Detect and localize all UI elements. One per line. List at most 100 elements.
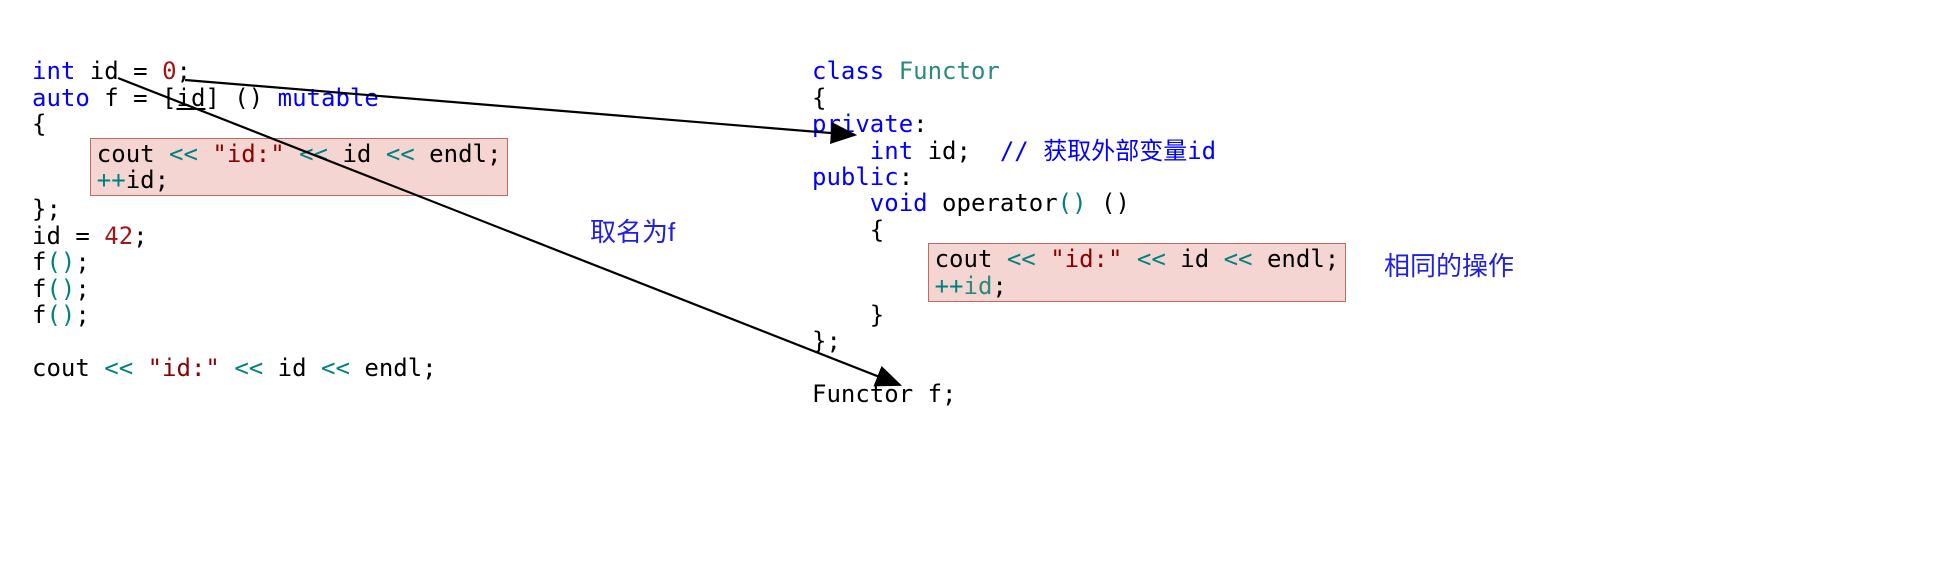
text: ] () [205, 84, 277, 112]
keyword-int: int [870, 137, 913, 165]
f: f [32, 248, 46, 276]
paren: () [1058, 189, 1087, 217]
paren: ( [46, 248, 60, 276]
sp [1036, 245, 1050, 273]
code-line: void operator() () [812, 189, 1130, 217]
colon: : [913, 110, 927, 138]
op: << [234, 354, 263, 382]
comment: // 获取外部变量id [1000, 137, 1216, 165]
annotation-named-f: 取名为f [590, 218, 675, 247]
keyword-mutable: mutable [278, 84, 379, 112]
semicolon: ; [133, 222, 147, 250]
sp [1087, 189, 1101, 217]
op: ++ [935, 272, 964, 300]
code-line: public: [812, 163, 913, 191]
text: endl [415, 140, 487, 168]
number: 42 [104, 222, 133, 250]
keyword-public: public [812, 163, 899, 191]
paren: ( [46, 275, 60, 303]
keyword-private: private [812, 110, 913, 138]
op: << [386, 140, 415, 168]
text: endl [1253, 245, 1325, 273]
semicolon: ; [422, 354, 436, 382]
text: endl [350, 354, 422, 382]
text: id [263, 354, 321, 382]
code-line: } [812, 301, 884, 329]
code-line: f(); [32, 275, 90, 303]
semicolon: ; [155, 166, 169, 194]
indent [812, 137, 870, 165]
code-line: id = 42; [32, 222, 148, 250]
op: ++ [97, 166, 126, 194]
right-code-block: class Functor { private: int id; // 获取外部… [812, 32, 1346, 407]
close-brace: }; [32, 195, 61, 223]
indent [812, 301, 870, 329]
string: "id:" [148, 354, 220, 382]
string: "id:" [212, 140, 284, 168]
text: id = [75, 57, 162, 85]
left-code-block: int id = 0; auto f = [id] () mutable { c… [32, 32, 508, 381]
paren: () [1101, 189, 1130, 217]
indent [812, 189, 870, 217]
keyword-int: int [32, 57, 75, 85]
keyword-auto: auto [32, 84, 90, 112]
code-line: auto f = [id] () mutable [32, 84, 379, 112]
sp [133, 354, 147, 382]
cout: cout [935, 245, 1007, 273]
op: << [1224, 245, 1253, 273]
sp [884, 57, 898, 85]
sp [220, 354, 234, 382]
keyword-class: class [812, 57, 884, 85]
brace-open: { [870, 216, 884, 244]
lambda-body-highlight: cout << "id:" << id << endl; ++id; [90, 138, 509, 197]
code-line: int id; // 获取外部变量id [812, 137, 1216, 165]
paren: ) [61, 275, 75, 303]
id: id [964, 272, 993, 300]
sp [1122, 245, 1136, 273]
close: }; [812, 327, 841, 355]
code-line: f(); [32, 301, 90, 329]
semicolon: ; [177, 57, 191, 85]
semicolon: ; [1325, 245, 1339, 273]
cout: cout [32, 354, 104, 382]
code-line: { [812, 216, 884, 244]
op: << [1137, 245, 1166, 273]
number: 0 [162, 57, 176, 85]
semicolon: ; [75, 301, 89, 329]
text: operator [928, 189, 1058, 217]
cout: cout [97, 140, 169, 168]
code-line: class Functor [812, 57, 1000, 85]
code-line: private: [812, 110, 928, 138]
semicolon: ; [992, 272, 1006, 300]
code-line: int id = 0; [32, 57, 191, 85]
functor-decl: Functor f; [812, 380, 957, 408]
code-line: cout << "id:" << id << endl; [32, 354, 437, 382]
indent [812, 216, 870, 244]
op: << [169, 140, 198, 168]
semicolon: ; [487, 140, 501, 168]
text: f = [ [90, 84, 177, 112]
semicolon: ; [75, 275, 89, 303]
text: id [1166, 245, 1224, 273]
text: id [328, 140, 386, 168]
op: << [1007, 245, 1036, 273]
f: f [32, 275, 46, 303]
semicolon: ; [75, 248, 89, 276]
f: f [32, 301, 46, 329]
brace-close: } [870, 301, 884, 329]
text: id = [32, 222, 104, 250]
sp [285, 140, 299, 168]
op: << [104, 354, 133, 382]
id: id [126, 166, 155, 194]
class-name: Functor [899, 57, 1000, 85]
colon: : [899, 163, 913, 191]
brace-open: { [32, 110, 46, 138]
keyword-void: void [870, 189, 928, 217]
paren: ( [46, 301, 60, 329]
text: id; [913, 137, 1000, 165]
paren: ) [61, 248, 75, 276]
op: << [321, 354, 350, 382]
code-line: f(); [32, 248, 90, 276]
operator-body-highlight: cout << "id:" << id << endl; ++id; [928, 243, 1347, 302]
annotation-same-op: 相同的操作 [1384, 252, 1514, 281]
